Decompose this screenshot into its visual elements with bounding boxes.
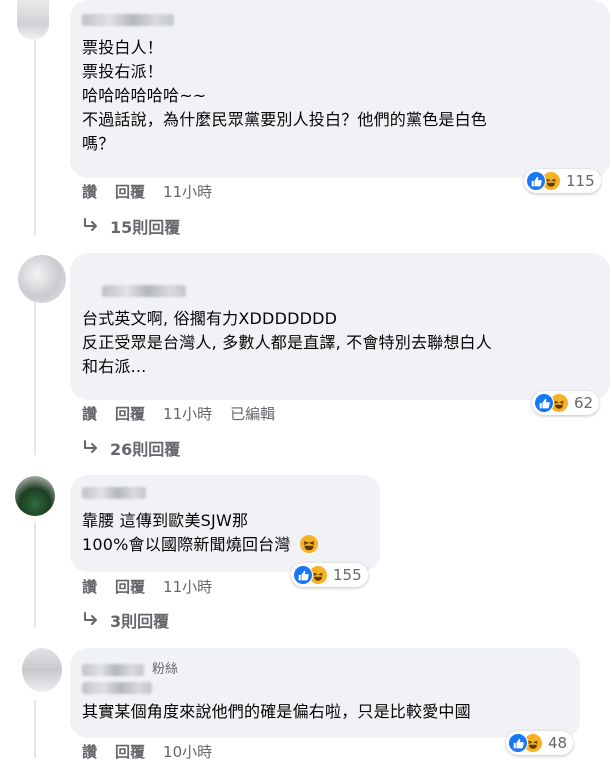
comment-text: 哈哈哈哈哈哈~~ bbox=[82, 86, 207, 105]
timestamp[interactable]: 10小時 bbox=[163, 741, 212, 762]
comment-bubble: 靠腰 這傳到歐美SJW那 100%會以國際新聞燒回台灣 bbox=[70, 475, 380, 572]
like-button[interactable]: 讚 bbox=[82, 741, 97, 762]
reaction-summary[interactable]: 115 bbox=[524, 169, 601, 193]
like-reaction-icon bbox=[526, 171, 546, 191]
replies-count-label: 26則回覆 bbox=[110, 440, 181, 459]
like-button[interactable]: 讚 bbox=[82, 576, 97, 597]
reaction-count: 155 bbox=[333, 566, 362, 584]
author-name-blurred[interactable] bbox=[82, 664, 144, 676]
reaction-summary[interactable]: 155 bbox=[291, 563, 368, 587]
comment-text: 反正受眾是台灣人, 多數人都是直譯, 不會特別去聯想白人 bbox=[82, 333, 492, 352]
comment-text: 靠腰 這傳到歐美SJW那 bbox=[82, 511, 249, 530]
comment-bubble: 粉絲 其實某個角度來說他們的確是偏右啦，只是比較愛中國 bbox=[70, 648, 580, 738]
view-replies-button[interactable]: 15則回覆 bbox=[82, 214, 180, 238]
comment-actions: 讚 回覆 11小時 bbox=[82, 576, 212, 597]
reply-button[interactable]: 回覆 bbox=[115, 576, 145, 597]
author-name-blurred[interactable] bbox=[102, 285, 186, 297]
replies-count-label: 3則回覆 bbox=[110, 612, 170, 631]
view-replies-button[interactable]: 26則回覆 bbox=[82, 436, 180, 460]
comment-actions: 讚 回覆 11小時 已編輯 bbox=[82, 403, 275, 424]
comment-text: 和右派... bbox=[82, 357, 147, 376]
reaction-count: 48 bbox=[548, 734, 568, 752]
author-name-blurred[interactable] bbox=[82, 14, 174, 26]
comment-text: 其實某個角度來說他們的確是偏右啦，只是比較愛中國 bbox=[82, 702, 471, 721]
comment-text: 票投右派！ bbox=[82, 62, 164, 81]
comment-bubble: 票投白人！ 票投右派！ 哈哈哈哈哈哈~~ 不過話說，為什麼民眾黨要別人投白？他們… bbox=[70, 0, 610, 178]
like-button[interactable]: 讚 bbox=[82, 403, 97, 424]
avatar[interactable] bbox=[15, 476, 55, 516]
view-replies-button[interactable]: 3則回覆 bbox=[82, 608, 169, 632]
comment-text: 台式英文啊, 俗擱有力XDDDDDDD bbox=[82, 309, 338, 328]
comment-actions: 讚 回覆 11小時 bbox=[82, 181, 212, 202]
author-name-blurred bbox=[82, 682, 152, 694]
follower-badge: 粉絲 bbox=[152, 661, 179, 677]
reply-arrow-icon bbox=[84, 440, 97, 453]
like-button[interactable]: 讚 bbox=[82, 181, 97, 202]
laughing-emoji-icon bbox=[299, 535, 318, 553]
reply-arrow-icon bbox=[84, 218, 97, 231]
reply-button[interactable]: 回覆 bbox=[115, 181, 145, 202]
comment-bubble: 台式英文啊, 俗擱有力XDDDDDDD 反正受眾是台灣人, 多數人都是直譯, 不… bbox=[70, 253, 610, 400]
timestamp[interactable]: 11小時 bbox=[163, 576, 212, 597]
comment-text: 嗎？ bbox=[82, 134, 115, 153]
author-row: 粉絲 bbox=[82, 656, 568, 686]
reply-button[interactable]: 回覆 bbox=[115, 741, 145, 762]
avatar[interactable] bbox=[18, 255, 66, 303]
author-name-blurred[interactable] bbox=[82, 487, 146, 499]
like-reaction-icon bbox=[293, 565, 313, 585]
reaction-summary[interactable]: 62 bbox=[532, 391, 600, 415]
comment-text: 不過話說，為什麼民眾黨要別人投白？他們的黨色是白色 bbox=[82, 110, 488, 129]
comment-text: 100%會以國際新聞燒回台灣 bbox=[82, 535, 291, 554]
replies-count-label: 15則回覆 bbox=[110, 218, 181, 237]
avatar[interactable] bbox=[22, 648, 62, 692]
comment-text: 票投白人！ bbox=[82, 38, 164, 57]
avatar[interactable] bbox=[17, 0, 49, 40]
timestamp[interactable]: 11小時 bbox=[163, 181, 212, 202]
reaction-count: 62 bbox=[574, 394, 594, 412]
edited-label[interactable]: 已編輯 bbox=[230, 403, 275, 424]
reply-button[interactable]: 回覆 bbox=[115, 403, 145, 424]
comment-text-line: 100%會以國際新聞燒回台灣 bbox=[82, 533, 368, 557]
comment-actions: 讚 回覆 10小時 bbox=[82, 741, 212, 762]
like-reaction-icon bbox=[508, 733, 528, 753]
reaction-summary[interactable]: 48 bbox=[506, 731, 574, 755]
reaction-count: 115 bbox=[566, 172, 595, 190]
like-reaction-icon bbox=[534, 393, 554, 413]
reply-arrow-icon bbox=[84, 612, 97, 625]
timestamp[interactable]: 11小時 bbox=[163, 403, 212, 424]
